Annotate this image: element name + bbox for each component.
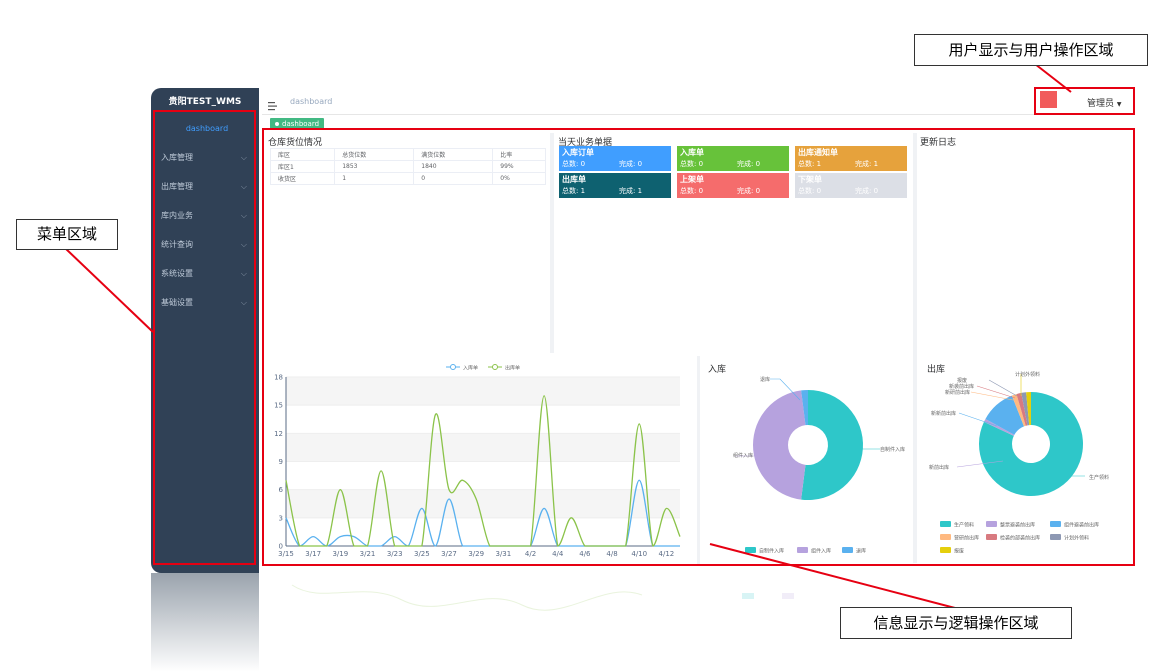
info-annotation-line [709,543,956,609]
info-area-label: 信息显示与逻辑操作区域 [840,607,1072,639]
user-area-label: 用户显示与用户操作区域 [914,34,1148,66]
user-annotation-line [1034,63,1072,93]
annotation-lines [64,63,1072,609]
menu-area-label: 菜单区域 [16,219,118,250]
menu-annotation-line [64,247,154,333]
